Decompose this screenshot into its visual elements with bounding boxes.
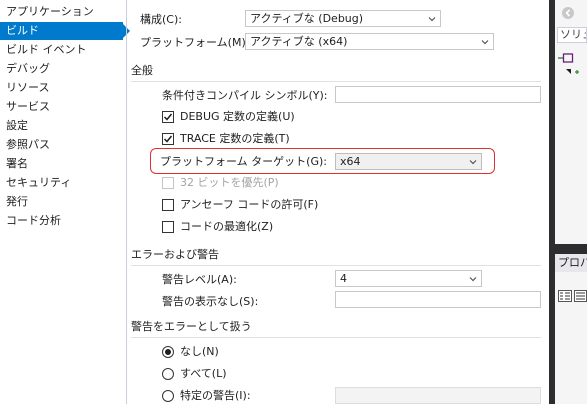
sidebar-item-settings[interactable]: 設定 [0, 117, 123, 135]
platform-target-label: プラットフォーム ターゲット(G): [160, 155, 327, 168]
sidebar-item-build[interactable]: ビルド [0, 22, 130, 40]
platform-target-value: x64 [340, 155, 361, 168]
allow-unsafe-label: アンセーフ コードの許可(F) [180, 198, 319, 211]
conditional-symbols-input[interactable] [335, 86, 541, 103]
sidebar-item-debug[interactable]: デバッグ [0, 60, 123, 78]
define-debug-checkbox[interactable] [162, 111, 174, 123]
categorized-icon[interactable] [558, 290, 572, 302]
section-header-general: 全般 [131, 64, 153, 77]
chevron-down-icon [481, 40, 489, 45]
radio-none-label: なし(N) [180, 345, 219, 358]
platform-label: プラットフォーム(M): [140, 36, 250, 49]
radio-all[interactable] [162, 368, 174, 380]
sidebar: アプリケーション ビルド ビルド イベント デバッグ リソース サービス 設定 … [0, 0, 130, 404]
suppress-warnings-input[interactable] [335, 291, 541, 308]
sidebar-item-security[interactable]: セキュリティ [0, 174, 123, 192]
prefer-32bit-checkbox[interactable] [162, 177, 174, 189]
section-header-errors-warnings: エラーおよび警告 [131, 248, 219, 261]
optimize-code-label: コードの最適化(Z) [180, 220, 274, 233]
config-label: 構成(C): [140, 13, 182, 26]
platform-dropdown[interactable]: アクティブな (x64) [245, 33, 494, 50]
tree-expand-icon[interactable] [565, 67, 585, 77]
checkmark-icon [163, 135, 173, 143]
radio-specific-label: 特定の警告(I): [180, 389, 251, 402]
properties-panel-title: プロパ [555, 254, 587, 272]
properties-panel [555, 254, 587, 404]
chevron-down-icon [428, 17, 436, 22]
platform-target-dropdown[interactable]: x64 [335, 153, 482, 170]
radio-selected-dot [165, 349, 171, 355]
warning-level-dropdown[interactable]: 4 [335, 270, 482, 287]
section-divider [131, 337, 541, 338]
sidebar-item-build-events[interactable]: ビルド イベント [0, 41, 123, 59]
solution-icon[interactable] [557, 52, 575, 64]
suppress-warnings-label: 警告の表示なし(S): [162, 295, 259, 308]
config-dropdown[interactable]: アクティブな (Debug) [245, 10, 441, 27]
sidebar-item-signing[interactable]: 署名 [0, 155, 123, 173]
sidebar-divider [126, 0, 127, 404]
radio-none[interactable] [162, 346, 174, 358]
conditional-symbols-label: 条件付きコンパイル シンボル(Y): [162, 89, 328, 102]
sidebar-item-reference-paths[interactable]: 参照パス [0, 136, 123, 154]
warning-level-value: 4 [340, 272, 347, 285]
config-value: アクティブな (Debug) [250, 12, 364, 25]
optimize-code-checkbox[interactable] [162, 221, 174, 233]
sidebar-item-code-analysis[interactable]: コード分析 [0, 212, 123, 230]
prefer-32bit-label: 32 ビットを優先(P) [180, 176, 279, 189]
warning-level-label: 警告レベル(A): [162, 273, 237, 286]
section-header-treat-warnings: 警告をエラーとして扱う [131, 320, 252, 333]
section-divider [131, 81, 541, 82]
platform-value: アクティブな (x64) [250, 35, 348, 48]
chevron-down-icon [469, 160, 477, 165]
sidebar-item-resources[interactable]: リソース [0, 79, 123, 97]
allow-unsafe-checkbox[interactable] [162, 199, 174, 211]
sidebar-item-application[interactable]: アプリケーション [0, 3, 123, 21]
define-debug-label: DEBUG 定数の定義(U) [180, 110, 295, 123]
sidebar-item-publish[interactable]: 発行 [0, 193, 123, 211]
define-trace-label: TRACE 定数の定義(T) [180, 132, 290, 145]
solution-search-input[interactable]: ソリュ [557, 27, 587, 43]
chevron-down-icon [469, 277, 477, 282]
checkmark-icon [163, 113, 173, 121]
specific-warnings-input[interactable] [335, 387, 541, 404]
alphabetical-icon[interactable] [574, 290, 587, 302]
define-trace-checkbox[interactable] [162, 133, 174, 145]
radio-all-label: すべて(L) [180, 367, 227, 380]
back-icon[interactable] [561, 6, 575, 20]
sidebar-item-services[interactable]: サービス [0, 98, 123, 116]
radio-specific[interactable] [162, 390, 174, 402]
section-divider [131, 265, 541, 266]
